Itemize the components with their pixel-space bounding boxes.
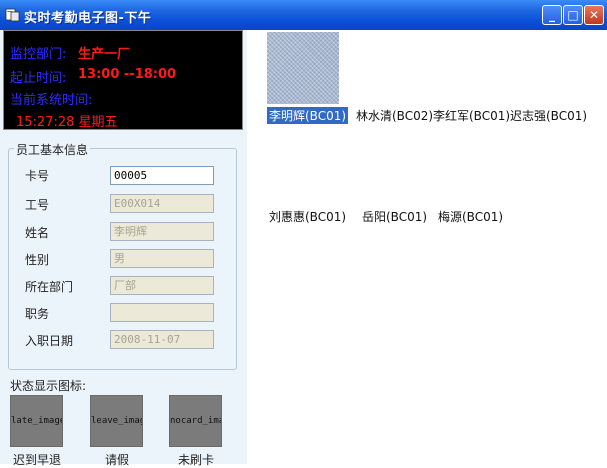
employee-item[interactable]: 迟志强(BC01) [510, 107, 587, 124]
gender-label: 性别 [25, 253, 50, 267]
time-range-label: 起止时间: [10, 71, 67, 86]
card-no-input[interactable]: 00005 [110, 166, 214, 185]
card-no-label: 卡号 [25, 169, 50, 183]
position-label: 职务 [25, 307, 50, 321]
nocard-image-text: nocard_image [170, 416, 221, 426]
current-time: 15:27:28 星期五 [16, 115, 118, 130]
maximize-button[interactable]: □ [563, 5, 583, 25]
window-titlebar[interactable]: 实时考勤电子图-下午 _ □ ✕ [0, 0, 607, 30]
nocard-caption: 未刷卡 [178, 453, 215, 467]
app-icon [5, 8, 20, 22]
monitor-dept-label: 监控部门: [10, 47, 67, 62]
monitor-dept-value: 生产一厂 [78, 47, 131, 62]
late-status-image: late_image [10, 395, 63, 447]
nocard-status-image: nocard_image [169, 395, 222, 447]
name-field: 李明辉 [110, 222, 214, 241]
close-button[interactable]: ✕ [584, 5, 604, 25]
late-caption: 迟到早退 [13, 453, 62, 467]
minimize-button[interactable]: _ [542, 5, 562, 25]
employee-info-legend: 员工基本信息 [14, 141, 91, 158]
hire-date-label: 入职日期 [25, 334, 74, 348]
leave-image-text: leave_image [91, 416, 142, 426]
employee-item[interactable]: 刘惠惠(BC01) [269, 208, 346, 225]
name-label: 姓名 [25, 226, 50, 240]
position-field [110, 303, 214, 322]
employee-item[interactable]: 林水清(BC02) [356, 107, 433, 124]
employee-item[interactable]: 李明辉(BC01) [267, 107, 349, 124]
department-field: 厂部 [110, 276, 214, 295]
time-range-value: 13:00 --18:00 [78, 67, 177, 82]
employee-item[interactable]: 李红军(BC01) [433, 107, 510, 124]
status-icons-title: 状态显示图标: [10, 379, 87, 393]
hire-date-field: 2008-11-07 [110, 330, 214, 349]
emp-id-field: E00X014 [110, 194, 214, 213]
department-label: 所在部门 [25, 280, 74, 294]
system-time-label: 当前系统时间: [10, 93, 93, 108]
late-image-text: late_image [11, 416, 63, 426]
employee-item[interactable]: 梅源(BC01) [438, 208, 503, 225]
led-display: 监控部门: 生产一厂 起止时间: 13:00 --18:00 当前系统时间: 1… [3, 30, 243, 130]
emp-id-label: 工号 [25, 198, 50, 212]
leave-status-image: leave_image [90, 395, 143, 447]
window-title: 实时考勤电子图-下午 [24, 11, 152, 26]
employee-photo[interactable] [267, 32, 339, 104]
gender-field: 男 [110, 249, 214, 268]
employee-item[interactable]: 岳阳(BC01) [362, 208, 427, 225]
leave-caption: 请假 [105, 453, 130, 467]
